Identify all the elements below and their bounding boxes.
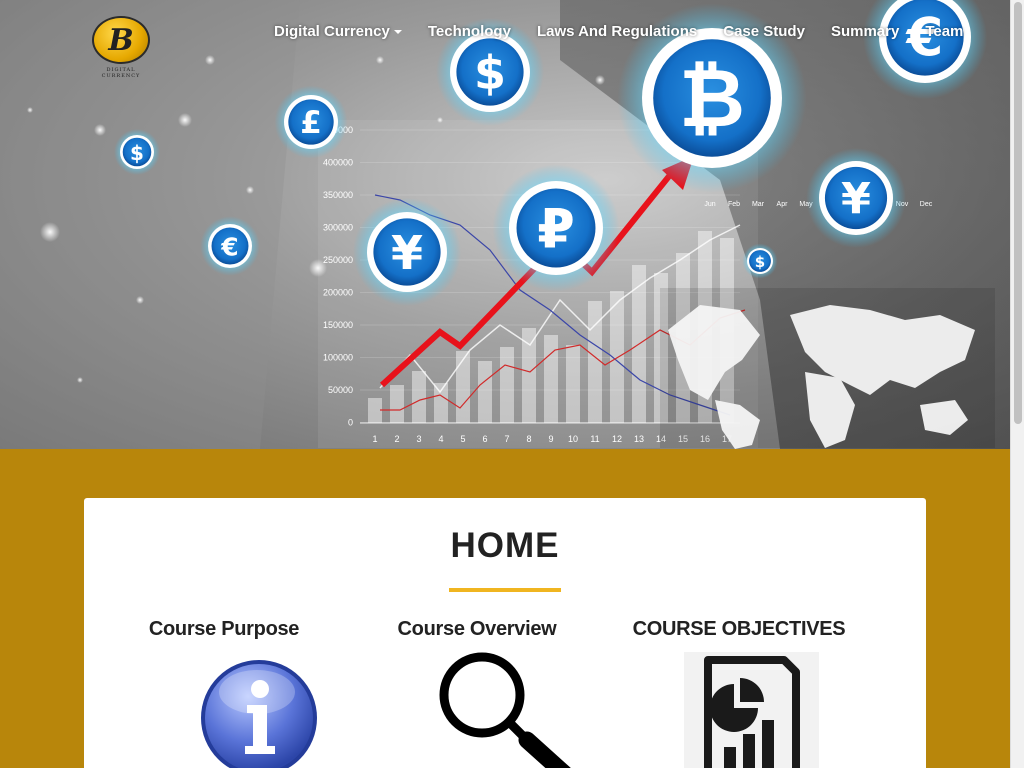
- nav-item-case-study[interactable]: Case Study: [710, 22, 818, 42]
- hero-x-tick: 7: [504, 434, 509, 444]
- feature-title: COURSE OBJECTIVES: [632, 618, 846, 640]
- hero-y-tick: 200000: [323, 288, 353, 298]
- hero-y-tick: 100000: [323, 353, 353, 363]
- top-navbar: B DIGITAL CURRENCY Digital Currency Tech…: [0, 0, 1010, 79]
- svg-text:¥: ¥: [391, 226, 423, 280]
- hero-x-tick: 3: [416, 434, 421, 444]
- nav-item-team[interactable]: Team: [912, 22, 976, 42]
- site-logo[interactable]: B DIGITAL CURRENCY: [90, 14, 152, 79]
- report-chart-icon[interactable]: [684, 652, 819, 768]
- hero-x-tick: 10: [568, 434, 578, 444]
- feature-title: Course Purpose: [148, 618, 300, 640]
- info-icon[interactable]: [199, 658, 319, 768]
- hero-month-tick: Mar: [752, 201, 765, 208]
- hero-x-tick: 9: [548, 434, 553, 444]
- hero-y-tick: 50000: [328, 385, 353, 395]
- hero-x-tick: 13: [634, 434, 644, 444]
- nav-item-laws-and-regulations[interactable]: Laws And Regulations: [524, 22, 710, 42]
- hero-bar: [500, 347, 514, 423]
- feature-course-objectives[interactable]: COURSE OBJECTIVES: [619, 618, 859, 641]
- hero-month-tick: Dec: [920, 201, 933, 208]
- hero-x-tick: 8: [526, 434, 531, 444]
- nav-item-summary[interactable]: Summary: [818, 22, 912, 42]
- hero-x-tick: 6: [482, 434, 487, 444]
- hero-y-tick: 300000: [323, 223, 353, 233]
- feature-title: Course Overview: [397, 618, 557, 640]
- hero-month-tick: Jun: [704, 201, 715, 208]
- hero-bar: [522, 328, 536, 423]
- currency-coin-icon: $: [114, 129, 160, 175]
- svg-text:₿: ₿: [679, 52, 745, 146]
- hero-bar: [434, 383, 448, 423]
- vertical-scrollbar[interactable]: [1010, 0, 1024, 768]
- hero-bar: [544, 335, 558, 423]
- currency-coin-icon: £: [274, 85, 348, 159]
- hero-bar: [456, 351, 470, 423]
- svg-text:$: $: [130, 141, 144, 165]
- hero-bar: [412, 371, 426, 423]
- svg-text:¥: ¥: [841, 174, 871, 224]
- magnifier-icon[interactable]: [437, 648, 577, 768]
- svg-text:₽: ₽: [537, 198, 575, 261]
- hero-bar: [368, 398, 382, 423]
- currency-coin-icon: $: [742, 243, 778, 279]
- hero-bar: [390, 385, 404, 423]
- currency-coin-icon: ₽: [492, 164, 620, 292]
- nav-item-digital-currency[interactable]: Digital Currency: [274, 22, 415, 42]
- hero-y-tick: 0: [348, 418, 353, 428]
- dropdown-caret-icon: [393, 30, 402, 35]
- hero-x-tick: 4: [438, 434, 443, 444]
- hero-x-tick: 5: [460, 434, 465, 444]
- page-title: HOME: [450, 526, 560, 565]
- hero-month-tick: Feb: [728, 201, 740, 208]
- hero-x-tick: 2: [394, 434, 399, 444]
- world-map: [660, 288, 995, 449]
- hero-x-tick: 12: [612, 434, 622, 444]
- hero-y-tick: 350000: [323, 190, 353, 200]
- nav-item-technology[interactable]: Technology: [415, 22, 524, 42]
- currency-coin-icon: €: [200, 216, 260, 276]
- hero-bar: [478, 361, 492, 423]
- bitcoin-logo-icon: B: [92, 16, 150, 64]
- feature-course-purpose[interactable]: Course Purpose: [104, 618, 344, 641]
- hero-x-tick: 11: [590, 434, 599, 444]
- feature-course-overview[interactable]: Course Overview: [357, 618, 597, 641]
- svg-text:£: £: [300, 105, 322, 141]
- svg-text:$: $: [755, 253, 765, 271]
- title-underline: [449, 588, 561, 592]
- hero-y-tick: 400000: [323, 158, 353, 168]
- currency-coin-icon: ¥: [806, 148, 906, 248]
- hero-month-tick: Apr: [777, 201, 789, 208]
- svg-text:€: €: [220, 233, 238, 262]
- hero-y-tick: 150000: [323, 320, 353, 330]
- logo-text: DIGITAL CURRENCY: [101, 67, 141, 79]
- nav-menu: Digital Currency Technology Laws And Reg…: [274, 22, 976, 42]
- hero-bar: [566, 345, 580, 423]
- scrollbar-thumb[interactable]: [1014, 2, 1022, 424]
- hero-y-tick: 250000: [323, 255, 353, 265]
- home-card: HOME Course Purpose Course Overview COUR…: [84, 498, 926, 768]
- currency-coin-icon: ¥: [353, 198, 461, 306]
- hero-x-tick: 1: [372, 434, 377, 444]
